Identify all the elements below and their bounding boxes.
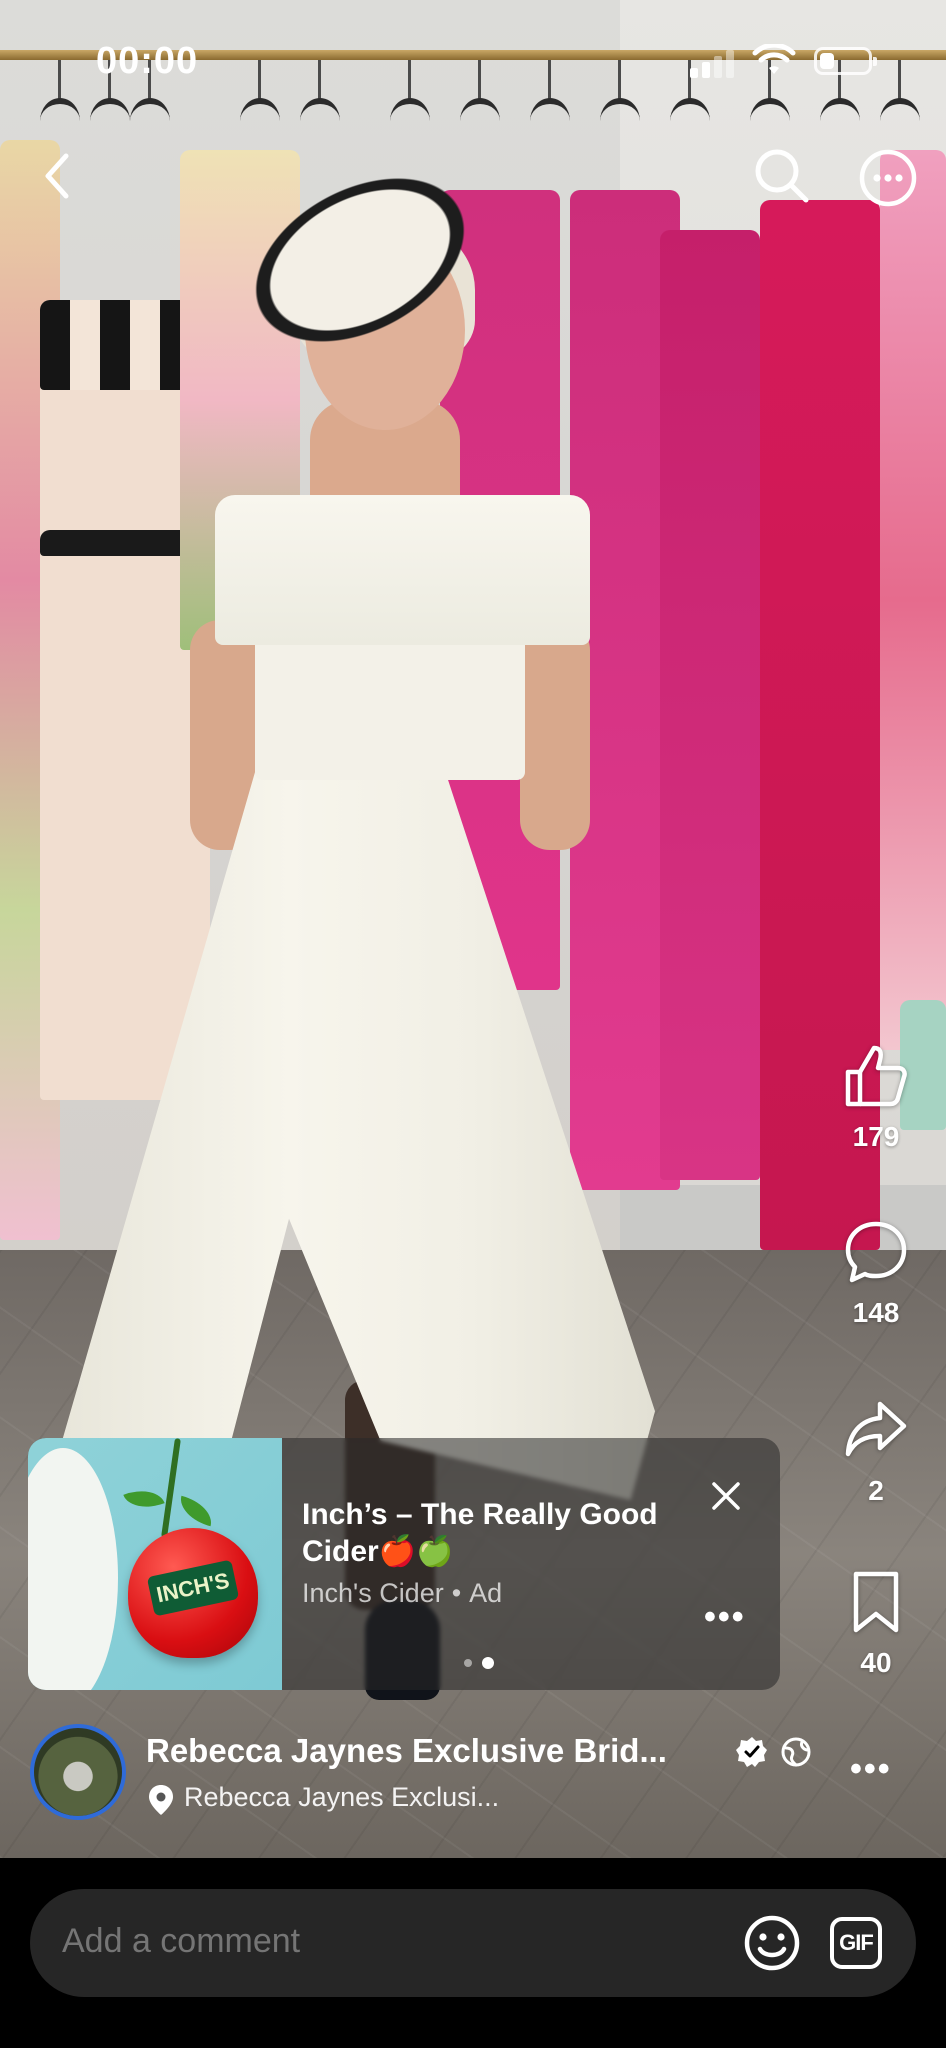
ad-carousel-pager bbox=[464, 1654, 504, 1672]
ad-more-button[interactable]: ••• bbox=[704, 1598, 746, 1637]
comment-bubble-icon bbox=[845, 1221, 907, 1283]
verified-badge-icon bbox=[736, 1737, 767, 1767]
pink-dress bbox=[660, 230, 760, 1180]
ad-thumbnail[interactable]: INCH'S bbox=[28, 1438, 282, 1690]
location-label[interactable]: Rebecca Jaynes Exclusi... bbox=[184, 1782, 499, 1813]
author-more-button[interactable]: ••• bbox=[850, 1750, 892, 1789]
like-count: 179 bbox=[852, 1121, 900, 1152]
battery-icon bbox=[814, 47, 877, 75]
back-chevron-icon[interactable] bbox=[40, 148, 74, 204]
wifi-icon bbox=[752, 44, 796, 74]
globe-icon bbox=[781, 1737, 811, 1767]
comment-button[interactable]: 148 bbox=[836, 1218, 916, 1329]
gif-button[interactable]: GIF bbox=[830, 1917, 882, 1969]
pager-dot-active bbox=[482, 1657, 494, 1669]
ad-title[interactable]: Inch’s – The Really Good Cider🍎🍏 bbox=[302, 1496, 722, 1570]
like-button[interactable]: 179 bbox=[836, 1042, 916, 1153]
avatar[interactable] bbox=[30, 1724, 126, 1820]
status-bar: 00:00 bbox=[0, 30, 946, 90]
arm bbox=[520, 620, 590, 850]
comment-bar: GIF bbox=[0, 1858, 946, 2048]
share-button[interactable]: 2 bbox=[836, 1396, 916, 1507]
author-row: Rebecca Jaynes Exclusive Brid... ••• Reb… bbox=[0, 1720, 946, 1840]
status-time: 00:00 bbox=[96, 40, 199, 82]
share-count: 2 bbox=[868, 1475, 884, 1506]
author-name[interactable]: Rebecca Jaynes Exclusive Brid... bbox=[146, 1732, 667, 1770]
save-count: 40 bbox=[860, 1647, 892, 1678]
comment-count: 148 bbox=[852, 1297, 900, 1328]
close-icon[interactable] bbox=[708, 1478, 744, 1514]
pager-dot bbox=[464, 1659, 472, 1667]
comment-input[interactable] bbox=[60, 1921, 684, 1962]
emoji-icon[interactable] bbox=[742, 1913, 802, 1973]
more-options-icon[interactable] bbox=[858, 148, 918, 208]
sponsored-ad-card[interactable]: INCH'S Inch’s – The Really Good Cider🍎🍏 … bbox=[28, 1438, 780, 1690]
floral-dress bbox=[880, 150, 946, 1050]
save-button[interactable]: 40 bbox=[836, 1568, 916, 1679]
search-icon[interactable] bbox=[752, 146, 812, 206]
cloud-shape bbox=[28, 1448, 118, 1690]
leaf-shape bbox=[123, 1482, 165, 1516]
comment-box[interactable]: GIF bbox=[30, 1889, 916, 1997]
share-arrow-icon bbox=[845, 1401, 907, 1457]
white-dress-bodice bbox=[215, 495, 590, 645]
leaf-shape bbox=[175, 1495, 217, 1527]
location-pin-icon bbox=[149, 1785, 173, 1815]
ad-sponsored-label: Ad bbox=[469, 1578, 503, 1608]
ad-separator: • bbox=[451, 1578, 462, 1608]
bookmark-icon bbox=[853, 1571, 899, 1633]
signal-icon bbox=[690, 48, 736, 78]
thumbs-up-icon bbox=[845, 1045, 907, 1107]
apple-stem bbox=[161, 1438, 181, 1538]
ad-subtitle: Inch's Cider • Ad bbox=[302, 1578, 502, 1609]
ad-advertiser[interactable]: Inch's Cider bbox=[302, 1578, 444, 1608]
